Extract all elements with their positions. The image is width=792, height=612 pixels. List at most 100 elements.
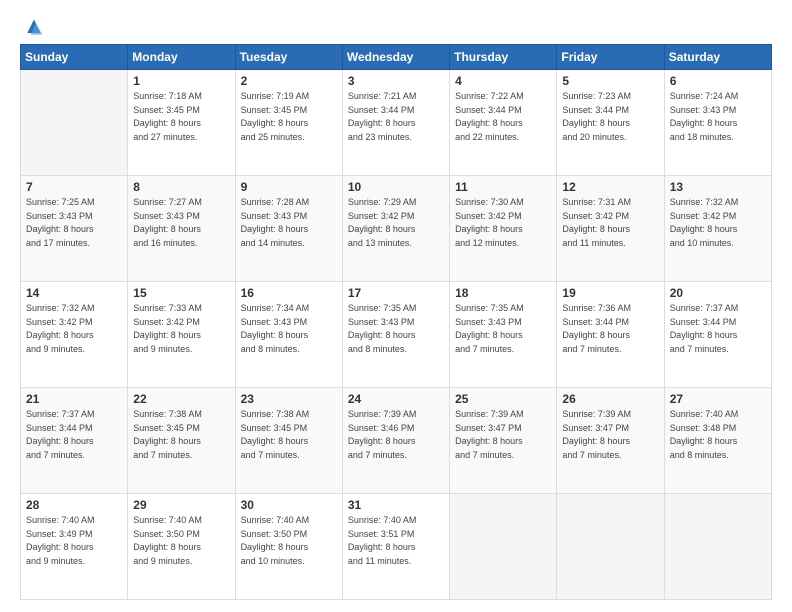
calendar-cell — [664, 494, 771, 600]
calendar-header-row: SundayMondayTuesdayWednesdayThursdayFrid… — [21, 45, 772, 70]
day-number: 4 — [455, 74, 551, 88]
day-number: 16 — [241, 286, 337, 300]
day-info: Sunrise: 7:39 AMSunset: 3:47 PMDaylight:… — [455, 408, 551, 462]
calendar-cell: 16 Sunrise: 7:34 AMSunset: 3:43 PMDayligh… — [235, 282, 342, 388]
calendar-week-row: 1Sunrise: 7:18 AMSunset: 3:45 PMDaylight… — [21, 70, 772, 176]
day-info: Sunrise: 7:40 AMSunset: 3:48 PMDaylight:… — [670, 408, 766, 462]
day-info: Sunrise: 7:38 AMSunset: 3:45 PMDaylight:… — [241, 408, 337, 462]
calendar-cell: 22 Sunrise: 7:38 AMSunset: 3:45 PMDayligh… — [128, 388, 235, 494]
day-info: Sunrise: 7:36 AMSunset: 3:44 PMDaylight:… — [562, 302, 658, 356]
calendar-day-header: Thursday — [450, 45, 557, 70]
day-info: Sunrise: 7:28 AMSunset: 3:43 PMDaylight:… — [241, 196, 337, 250]
day-number: 10 — [348, 180, 444, 194]
calendar-cell: 18 Sunrise: 7:35 AMSunset: 3:43 PMDayligh… — [450, 282, 557, 388]
calendar-cell: 26 Sunrise: 7:39 AMSunset: 3:47 PMDayligh… — [557, 388, 664, 494]
calendar-week-row: 7 Sunrise: 7:25 AMSunset: 3:43 PMDaylight… — [21, 176, 772, 282]
day-info: Sunrise: 7:38 AMSunset: 3:45 PMDaylight:… — [133, 408, 229, 462]
day-number: 11 — [455, 180, 551, 194]
day-number: 2 — [241, 74, 337, 88]
calendar-day-header: Friday — [557, 45, 664, 70]
calendar-day-header: Saturday — [664, 45, 771, 70]
day-number: 17 — [348, 286, 444, 300]
day-number: 5 — [562, 74, 658, 88]
calendar-cell: 17Sunrise: 7:35 AMSunset: 3:43 PMDayligh… — [342, 282, 449, 388]
day-info: Sunrise: 7:24 AMSunset: 3:43 PMDaylight:… — [670, 90, 766, 144]
day-info: Sunrise: 7:30 AMSunset: 3:42 PMDaylight:… — [455, 196, 551, 250]
calendar-day-header: Wednesday — [342, 45, 449, 70]
day-number: 15 — [133, 286, 229, 300]
calendar-cell: 19 Sunrise: 7:36 AMSunset: 3:44 PMDayligh… — [557, 282, 664, 388]
calendar-cell: 15 Sunrise: 7:33 AMSunset: 3:42 PMDayligh… — [128, 282, 235, 388]
day-info: Sunrise: 7:27 AMSunset: 3:43 PMDaylight:… — [133, 196, 229, 250]
day-number: 22 — [133, 392, 229, 406]
calendar-week-row: 28Sunrise: 7:40 AMSunset: 3:49 PMDayligh… — [21, 494, 772, 600]
day-info: Sunrise: 7:40 AMSunset: 3:50 PMDaylight:… — [133, 514, 229, 568]
calendar-table: SundayMondayTuesdayWednesdayThursdayFrid… — [20, 44, 772, 600]
day-info: Sunrise: 7:23 AMSunset: 3:44 PMDaylight:… — [562, 90, 658, 144]
day-info: Sunrise: 7:34 AMSunset: 3:43 PMDaylight:… — [241, 302, 337, 356]
day-info: Sunrise: 7:19 AMSunset: 3:45 PMDaylight:… — [241, 90, 337, 144]
calendar-cell: 11 Sunrise: 7:30 AMSunset: 3:42 PMDayligh… — [450, 176, 557, 282]
day-number: 20 — [670, 286, 766, 300]
day-number: 8 — [133, 180, 229, 194]
calendar-cell: 7 Sunrise: 7:25 AMSunset: 3:43 PMDaylight… — [21, 176, 128, 282]
day-number: 26 — [562, 392, 658, 406]
calendar-cell: 8 Sunrise: 7:27 AMSunset: 3:43 PMDaylight… — [128, 176, 235, 282]
calendar-day-header: Monday — [128, 45, 235, 70]
calendar-cell — [450, 494, 557, 600]
day-info: Sunrise: 7:33 AMSunset: 3:42 PMDaylight:… — [133, 302, 229, 356]
calendar-cell: 4Sunrise: 7:22 AMSunset: 3:44 PMDaylight… — [450, 70, 557, 176]
calendar-cell: 30 Sunrise: 7:40 AMSunset: 3:50 PMDayligh… — [235, 494, 342, 600]
day-info: Sunrise: 7:32 AMSunset: 3:42 PMDaylight:… — [670, 196, 766, 250]
day-number: 13 — [670, 180, 766, 194]
day-number: 14 — [26, 286, 122, 300]
calendar-cell: 5 Sunrise: 7:23 AMSunset: 3:44 PMDaylight… — [557, 70, 664, 176]
calendar-cell: 28Sunrise: 7:40 AMSunset: 3:49 PMDayligh… — [21, 494, 128, 600]
day-info: Sunrise: 7:40 AMSunset: 3:50 PMDaylight:… — [241, 514, 337, 568]
calendar-cell: 14Sunrise: 7:32 AMSunset: 3:42 PMDayligh… — [21, 282, 128, 388]
calendar-week-row: 14Sunrise: 7:32 AMSunset: 3:42 PMDayligh… — [21, 282, 772, 388]
day-number: 1 — [133, 74, 229, 88]
calendar-cell — [21, 70, 128, 176]
day-number: 3 — [348, 74, 444, 88]
day-number: 30 — [241, 498, 337, 512]
day-info: Sunrise: 7:40 AMSunset: 3:51 PMDaylight:… — [348, 514, 444, 568]
day-info: Sunrise: 7:21 AMSunset: 3:44 PMDaylight:… — [348, 90, 444, 144]
calendar-cell: 2 Sunrise: 7:19 AMSunset: 3:45 PMDaylight… — [235, 70, 342, 176]
calendar-cell: 9Sunrise: 7:28 AMSunset: 3:43 PMDaylight… — [235, 176, 342, 282]
day-info: Sunrise: 7:25 AMSunset: 3:43 PMDaylight:… — [26, 196, 122, 250]
logo — [20, 18, 44, 34]
day-number: 23 — [241, 392, 337, 406]
day-number: 6 — [670, 74, 766, 88]
day-number: 21 — [26, 392, 122, 406]
calendar-cell: 3 Sunrise: 7:21 AMSunset: 3:44 PMDaylight… — [342, 70, 449, 176]
calendar-day-header: Tuesday — [235, 45, 342, 70]
day-info: Sunrise: 7:39 AMSunset: 3:47 PMDaylight:… — [562, 408, 658, 462]
day-number: 28 — [26, 498, 122, 512]
calendar-day-header: Sunday — [21, 45, 128, 70]
day-number: 24 — [348, 392, 444, 406]
day-number: 18 — [455, 286, 551, 300]
day-info: Sunrise: 7:35 AMSunset: 3:43 PMDaylight:… — [455, 302, 551, 356]
calendar-cell: 25 Sunrise: 7:39 AMSunset: 3:47 PMDayligh… — [450, 388, 557, 494]
day-number: 25 — [455, 392, 551, 406]
page: SundayMondayTuesdayWednesdayThursdayFrid… — [0, 0, 792, 612]
day-number: 29 — [133, 498, 229, 512]
day-number: 12 — [562, 180, 658, 194]
calendar-cell — [557, 494, 664, 600]
day-number: 7 — [26, 180, 122, 194]
calendar-cell: 23 Sunrise: 7:38 AMSunset: 3:45 PMDayligh… — [235, 388, 342, 494]
day-info: Sunrise: 7:31 AMSunset: 3:42 PMDaylight:… — [562, 196, 658, 250]
calendar-cell: 13 Sunrise: 7:32 AMSunset: 3:42 PMDayligh… — [664, 176, 771, 282]
calendar-cell: 1Sunrise: 7:18 AMSunset: 3:45 PMDaylight… — [128, 70, 235, 176]
day-info: Sunrise: 7:37 AMSunset: 3:44 PMDaylight:… — [26, 408, 122, 462]
day-info: Sunrise: 7:37 AMSunset: 3:44 PMDaylight:… — [670, 302, 766, 356]
logo-icon — [24, 18, 44, 38]
day-info: Sunrise: 7:39 AMSunset: 3:46 PMDaylight:… — [348, 408, 444, 462]
calendar-cell: 12 Sunrise: 7:31 AMSunset: 3:42 PMDayligh… — [557, 176, 664, 282]
day-number: 31 — [348, 498, 444, 512]
day-info: Sunrise: 7:29 AMSunset: 3:42 PMDaylight:… — [348, 196, 444, 250]
header — [20, 18, 772, 34]
calendar-cell: 6 Sunrise: 7:24 AMSunset: 3:43 PMDaylight… — [664, 70, 771, 176]
day-number: 19 — [562, 286, 658, 300]
